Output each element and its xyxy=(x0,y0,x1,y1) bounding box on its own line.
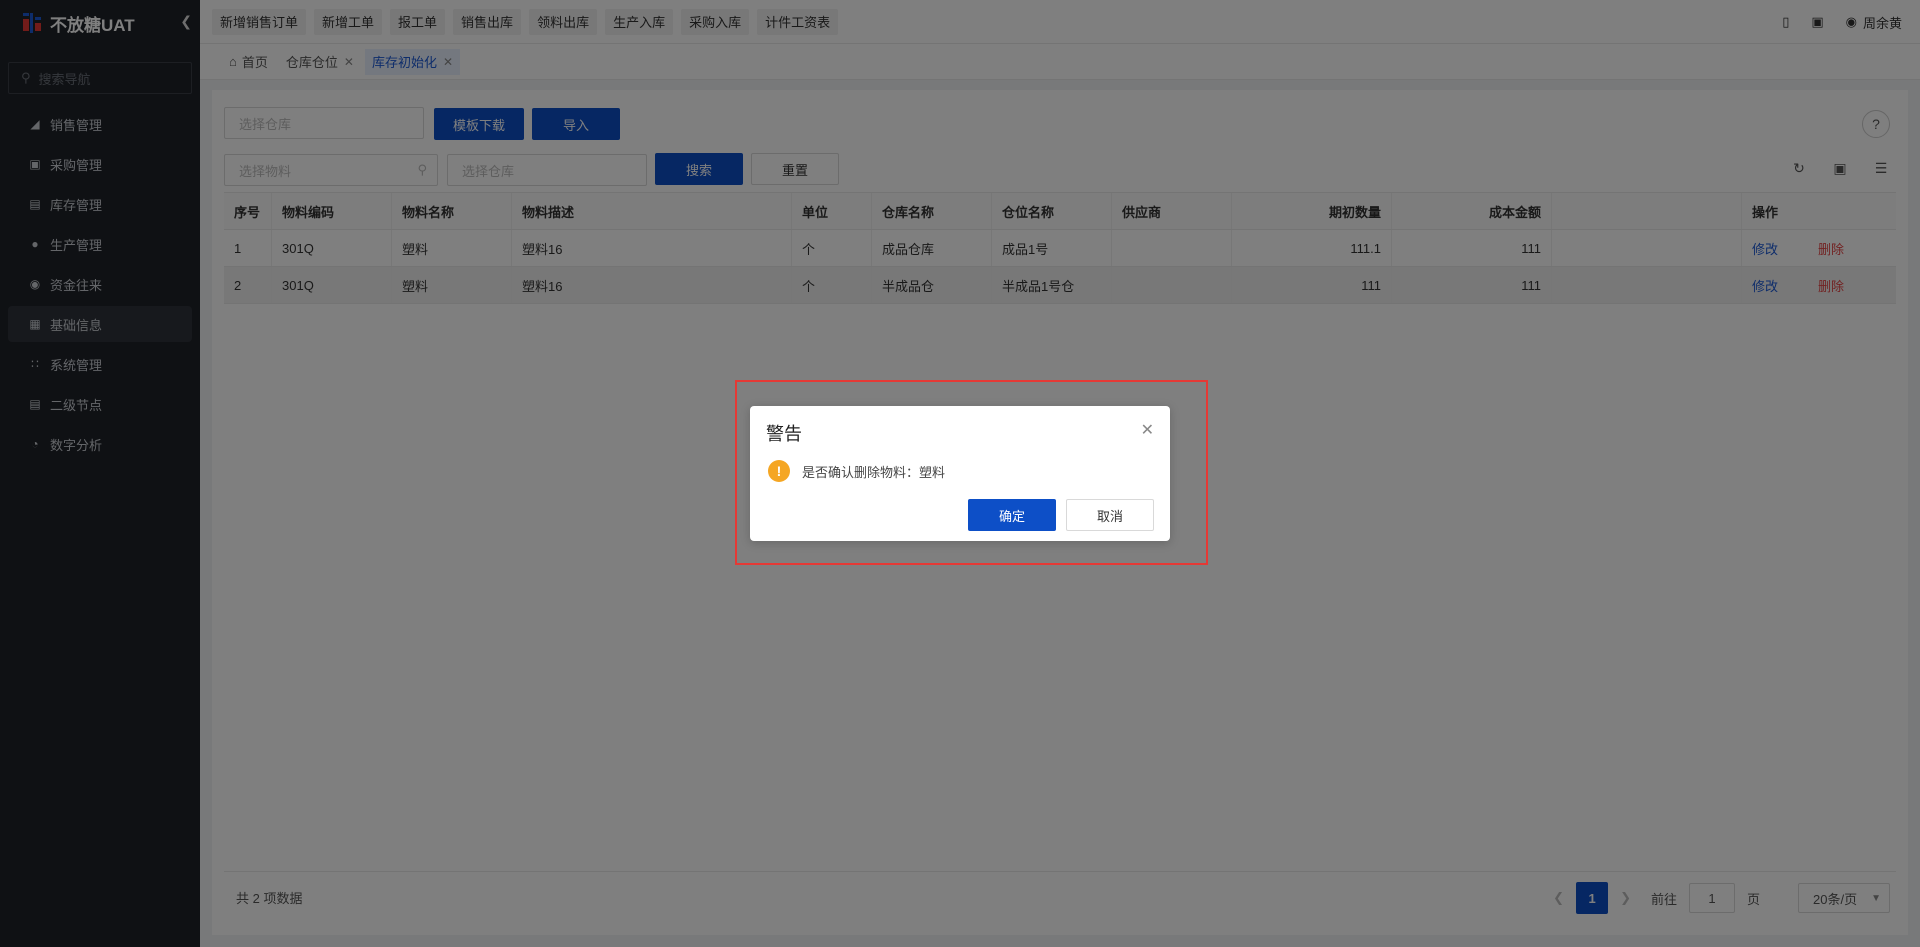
warning-icon: ! xyxy=(768,460,790,482)
cancel-button[interactable]: 取消 xyxy=(1066,499,1154,531)
dialog-body: ! 是否确认删除物料：塑料 xyxy=(768,460,945,482)
dialog-message: 是否确认删除物料：塑料 xyxy=(802,464,946,480)
close-icon[interactable]: ✕ xyxy=(1141,420,1154,440)
dialog-title: 警告 xyxy=(766,424,802,444)
confirm-button[interactable]: 确定 xyxy=(968,499,1056,531)
confirm-dialog: 警告 ✕ ! 是否确认删除物料：塑料 确定 取消 xyxy=(750,406,1170,541)
